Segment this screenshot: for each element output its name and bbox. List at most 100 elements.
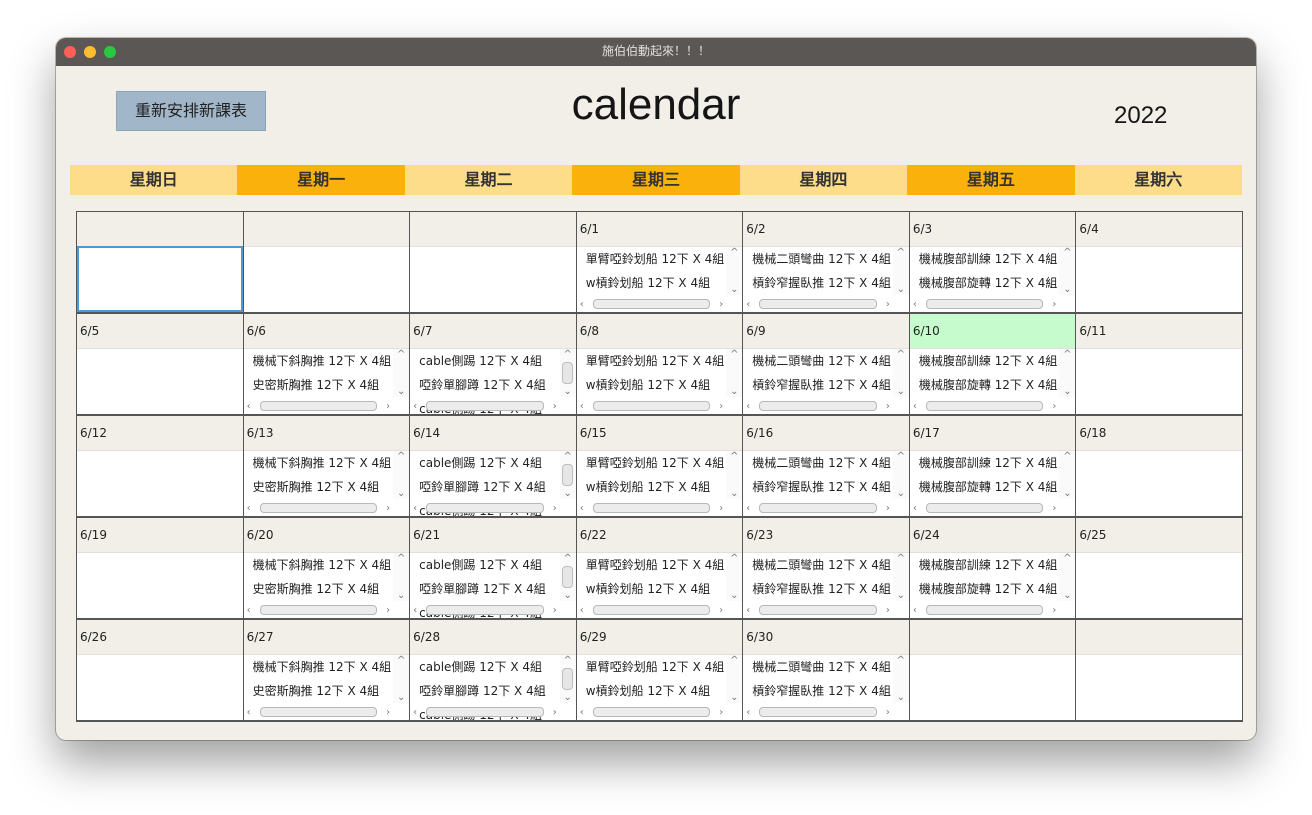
day-exercise-list[interactable]: 機械下斜胸推 12下 X 4組 史密斯胸推 12下 X 4組 ^ ⌄ ‹ › — [243, 348, 410, 414]
scroll-right-icon[interactable]: › — [883, 401, 893, 412]
day-cell[interactable] — [410, 212, 577, 314]
scroll-left-icon[interactable]: ‹ — [577, 707, 587, 718]
scroll-right-icon[interactable]: › — [716, 605, 726, 616]
scroll-right-icon[interactable]: › — [550, 503, 560, 514]
exercise-item[interactable]: 史密斯胸推 12下 X 4組 — [244, 373, 393, 397]
scroll-right-icon[interactable]: › — [716, 299, 726, 310]
scroll-right-icon[interactable]: › — [883, 503, 893, 514]
scroll-left-icon[interactable]: ‹ — [410, 503, 420, 514]
vertical-scrollbar[interactable]: ^ ⌄ — [393, 349, 410, 397]
day-cell[interactable]: 6/17 機械腹部訓練 12下 X 4組 機械腹部旋轉 12下 X 4組 ^ ⌄ ‹ › — [909, 416, 1077, 518]
day-cell[interactable]: 6/2 機械二頭彎曲 12下 X 4組 槓鈴窄握臥推 12下 X 4組 ^ ⌄ ‹ › — [743, 212, 910, 314]
scroll-track[interactable] — [759, 299, 877, 309]
scroll-down-icon[interactable]: ⌄ — [564, 386, 572, 397]
scroll-right-icon[interactable]: › — [1049, 401, 1059, 412]
scroll-track[interactable] — [592, 503, 711, 513]
exercise-item[interactable]: 機械二頭彎曲 12下 X 4組 — [743, 553, 892, 577]
day-exercise-list[interactable] — [1076, 246, 1242, 312]
vertical-scrollbar[interactable]: ^ ⌄ — [892, 451, 909, 499]
scroll-down-icon[interactable]: ⌄ — [897, 692, 905, 703]
scroll-track[interactable] — [925, 401, 1044, 411]
scroll-right-icon[interactable]: › — [716, 401, 726, 412]
scroll-down-icon[interactable]: ⌄ — [1063, 590, 1071, 601]
scroll-left-icon[interactable]: ‹ — [244, 605, 254, 616]
exercise-item[interactable]: 機械二頭彎曲 12下 X 4組 — [743, 655, 892, 679]
horizontal-scrollbar[interactable]: ‹ › — [410, 604, 560, 616]
exercise-item[interactable]: 機械下斜胸推 12下 X 4組 — [244, 553, 393, 577]
horizontal-scrollbar[interactable]: ‹ › — [244, 400, 394, 412]
scroll-down-icon[interactable]: ⌄ — [397, 590, 405, 601]
scroll-track[interactable] — [259, 503, 378, 513]
scroll-left-icon[interactable]: ‹ — [910, 605, 920, 616]
day-cell[interactable] — [243, 212, 411, 314]
horizontal-scrollbar[interactable]: ‹ › — [743, 400, 893, 412]
day-cell[interactable]: 6/29 單臂啞鈴划船 12下 X 4組 w槓鈴划船 12下 X 4組 ^ ⌄ ‹ › — [576, 620, 744, 722]
scroll-down-icon[interactable]: ⌄ — [397, 692, 405, 703]
day-cell[interactable]: 6/24 機械腹部訓練 12下 X 4組 機械腹部旋轉 12下 X 4組 ^ ⌄ ‹ › — [909, 518, 1077, 620]
horizontal-scrollbar[interactable]: ‹ › — [910, 400, 1060, 412]
day-exercise-list[interactable]: 單臂啞鈴划船 12下 X 4組 w槓鈴划船 12下 X 4組 ^ ⌄ ‹ › — [576, 348, 743, 414]
day-exercise-list[interactable]: 機械腹部訓練 12下 X 4組 機械腹部旋轉 12下 X 4組 ^ ⌄ ‹ › — [909, 246, 1076, 312]
scroll-track[interactable] — [426, 401, 544, 411]
vertical-scrollbar[interactable]: ^ ⌄ — [393, 655, 410, 703]
day-cell[interactable]: 6/30 機械二頭彎曲 12下 X 4組 槓鈴窄握臥推 12下 X 4組 ^ ⌄ ‹ › — [743, 620, 910, 722]
horizontal-scrollbar[interactable]: ‹ › — [577, 400, 727, 412]
horizontal-scrollbar[interactable]: ‹ › — [910, 298, 1060, 310]
exercise-item[interactable]: 機械腹部旋轉 12下 X 4組 — [910, 475, 1059, 499]
scroll-right-icon[interactable]: › — [883, 299, 893, 310]
day-exercise-list[interactable]: 單臂啞鈴划船 12下 X 4組 w槓鈴划船 12下 X 4組 ^ ⌄ ‹ › — [576, 450, 743, 516]
day-exercise-list[interactable] — [77, 450, 243, 516]
scroll-up-icon[interactable]: ^ — [397, 451, 405, 462]
horizontal-scrollbar[interactable]: ‹ › — [910, 604, 1060, 616]
day-exercise-list[interactable] — [909, 654, 1076, 720]
day-exercise-list[interactable] — [77, 348, 243, 414]
scroll-left-icon[interactable]: ‹ — [910, 299, 920, 310]
scroll-right-icon[interactable]: › — [383, 707, 393, 718]
exercise-item[interactable]: 單臂啞鈴划船 12下 X 4組 — [577, 247, 726, 271]
scroll-thumb[interactable] — [562, 668, 574, 690]
day-cell[interactable]: 6/11 — [1076, 314, 1243, 416]
exercise-item[interactable]: w槓鈴划船 12下 X 4組 — [577, 271, 726, 295]
vertical-scrollbar[interactable]: ^ ⌄ — [892, 247, 909, 295]
horizontal-scrollbar[interactable]: ‹ › — [743, 706, 893, 718]
scroll-left-icon[interactable]: ‹ — [244, 707, 254, 718]
day-exercise-list[interactable]: 單臂啞鈴划船 12下 X 4組 w槓鈴划船 12下 X 4組 ^ ⌄ ‹ › — [576, 246, 743, 312]
exercise-item[interactable]: 機械下斜胸推 12下 X 4組 — [244, 349, 393, 373]
exercise-item[interactable]: 單臂啞鈴划船 12下 X 4組 — [577, 451, 726, 475]
scroll-right-icon[interactable]: › — [1049, 503, 1059, 514]
scroll-track[interactable] — [592, 605, 711, 615]
day-cell[interactable]: 6/12 — [77, 416, 244, 518]
scroll-up-icon[interactable]: ^ — [897, 553, 905, 564]
scroll-down-icon[interactable]: ⌄ — [730, 692, 738, 703]
vertical-scrollbar[interactable]: ^ ⌄ — [1059, 451, 1076, 499]
scroll-left-icon[interactable]: ‹ — [743, 401, 753, 412]
scroll-down-icon[interactable]: ⌄ — [1063, 284, 1071, 295]
scroll-up-icon[interactable]: ^ — [730, 553, 738, 564]
scroll-left-icon[interactable]: ‹ — [910, 503, 920, 514]
day-exercise-list[interactable] — [410, 246, 576, 312]
scroll-left-icon[interactable]: ‹ — [910, 401, 920, 412]
day-cell[interactable]: 6/8 單臂啞鈴划船 12下 X 4組 w槓鈴划船 12下 X 4組 ^ ⌄ ‹ › — [576, 314, 744, 416]
scroll-right-icon[interactable]: › — [883, 605, 893, 616]
scroll-down-icon[interactable]: ⌄ — [564, 488, 572, 499]
scroll-left-icon[interactable]: ‹ — [410, 707, 420, 718]
exercise-item[interactable]: 機械腹部訓練 12下 X 4組 — [910, 451, 1059, 475]
day-exercise-list[interactable]: 機械二頭彎曲 12下 X 4組 槓鈴窄握臥推 12下 X 4組 ^ ⌄ ‹ › — [743, 246, 909, 312]
horizontal-scrollbar[interactable]: ‹ › — [577, 298, 727, 310]
scroll-track[interactable] — [759, 503, 877, 513]
day-cell[interactable]: 6/18 — [1076, 416, 1243, 518]
scroll-up-icon[interactable]: ^ — [897, 655, 905, 666]
scroll-left-icon[interactable]: ‹ — [577, 401, 587, 412]
day-exercise-list[interactable]: 機械二頭彎曲 12下 X 4組 槓鈴窄握臥推 12下 X 4組 ^ ⌄ ‹ › — [743, 450, 909, 516]
horizontal-scrollbar[interactable]: ‹ › — [743, 298, 893, 310]
horizontal-scrollbar[interactable]: ‹ › — [577, 502, 727, 514]
scroll-down-icon[interactable]: ⌄ — [1063, 386, 1071, 397]
scroll-up-icon[interactable]: ^ — [730, 451, 738, 462]
scroll-up-icon[interactable]: ^ — [397, 553, 405, 564]
scroll-down-icon[interactable]: ⌄ — [397, 386, 405, 397]
scroll-track[interactable] — [259, 605, 378, 615]
day-exercise-list[interactable] — [1076, 348, 1242, 414]
day-cell[interactable]: 6/10 機械腹部訓練 12下 X 4組 機械腹部旋轉 12下 X 4組 ^ ⌄ ‹ › — [909, 314, 1077, 416]
horizontal-scrollbar[interactable]: ‹ › — [910, 502, 1060, 514]
day-cell[interactable]: 6/13 機械下斜胸推 12下 X 4組 史密斯胸推 12下 X 4組 ^ ⌄ ‹ › — [243, 416, 411, 518]
